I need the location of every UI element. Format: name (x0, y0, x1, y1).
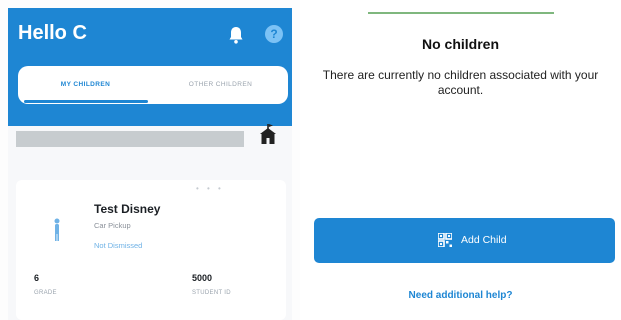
active-tab-indicator (24, 100, 148, 103)
child-pickup-mode: Car Pickup (94, 221, 131, 230)
empty-state-message: There are currently no children associat… (322, 68, 599, 97)
student-id-value: 5000 (192, 273, 213, 283)
student-id-label: STUDENT ID (192, 290, 231, 296)
screen: Hello C ? MY CHILDREN OTHER CHILDREN • •… (0, 0, 621, 320)
child-card[interactable] (16, 180, 286, 320)
child-name: Test Disney (94, 202, 161, 216)
child-dismissal-status: Not Dismissed (94, 241, 143, 250)
need-help-link[interactable]: Need additional help? (300, 290, 621, 301)
help-icon[interactable]: ? (265, 25, 283, 43)
no-children-screen: No children There are currently no child… (300, 0, 621, 320)
add-child-button[interactable]: Add Child (314, 218, 615, 263)
grade-label: GRADE (34, 290, 57, 296)
children-tabs: MY CHILDREN OTHER CHILDREN (18, 66, 288, 104)
header-wave (8, 108, 292, 126)
add-child-label: Add Child (461, 234, 507, 246)
child-icon (54, 218, 60, 241)
tab-other-children[interactable]: OTHER CHILDREN (153, 66, 288, 104)
greeting-title: Hello C (18, 22, 87, 44)
empty-state-title: No children (421, 36, 499, 52)
school-icon[interactable] (259, 124, 277, 144)
school-name-bar (16, 131, 244, 147)
children-screen: Hello C ? MY CHILDREN OTHER CHILDREN • •… (8, 8, 292, 320)
grade-value: 6 (34, 273, 40, 283)
bell-icon[interactable] (228, 26, 244, 44)
card-loading-dots: • • • (196, 184, 224, 193)
top-divider (368, 12, 554, 14)
qr-code-icon (438, 233, 452, 247)
tab-my-children[interactable]: MY CHILDREN (18, 66, 153, 104)
